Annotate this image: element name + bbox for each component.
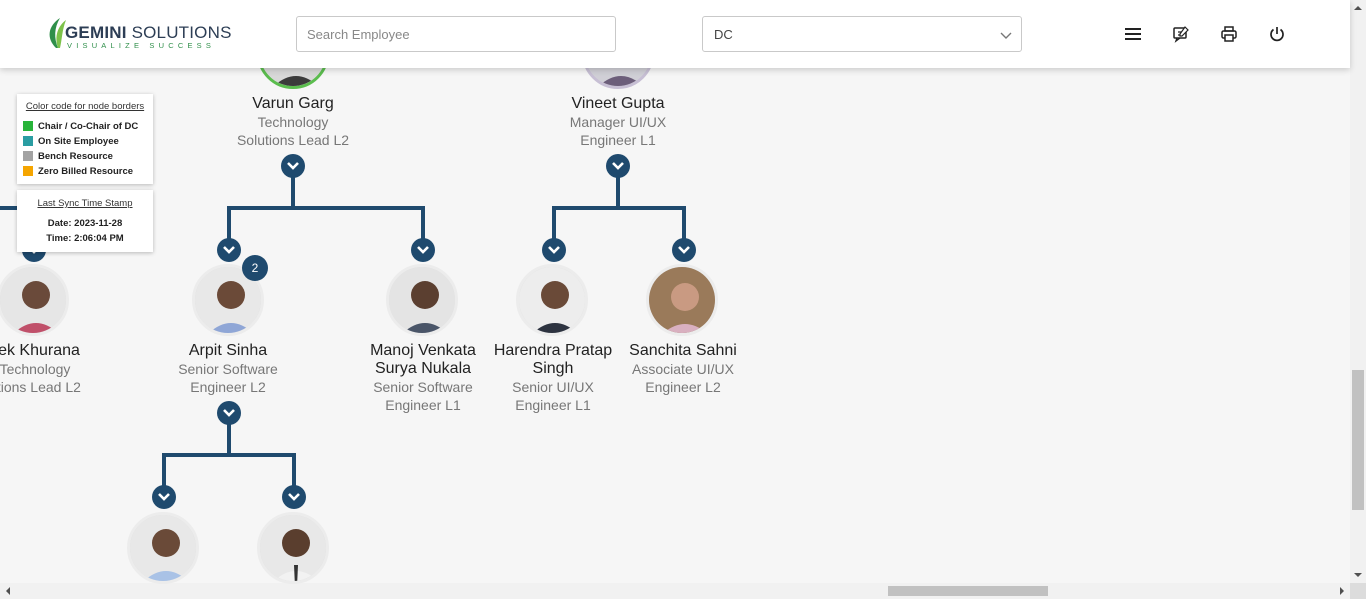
chevron-down-icon: [158, 493, 170, 501]
legend-swatch: [23, 166, 33, 176]
node-name-arpit-sinha: Arpit Sinha: [188, 342, 268, 359]
legend-swatch: [23, 151, 33, 161]
legend-item-zero-billed: Zero Billed Resource: [23, 165, 133, 177]
sync-panel: Last Sync Time Stamp Date: 2023-11-28 Ti…: [17, 190, 153, 252]
feedback-button[interactable]: [1171, 24, 1191, 44]
expand-toggle-manoj[interactable]: [411, 238, 435, 262]
node-name-harendra-line2: Singh: [532, 360, 574, 377]
legend-item-onsite: On Site Employee: [23, 135, 119, 147]
department-select[interactable]: DC: [702, 16, 1022, 52]
logout-button[interactable]: [1267, 24, 1287, 44]
logo-brand-bold: GEMINI: [65, 23, 127, 42]
scroll-down-arrow-icon[interactable]: [1350, 567, 1366, 583]
scroll-up-arrow-icon[interactable]: [1350, 0, 1366, 16]
chevron-down-icon: [678, 246, 690, 254]
node-name-vivek-khurana: vek Khurana: [0, 342, 80, 359]
chevron-down-icon: [417, 246, 429, 254]
expand-toggle-vineet[interactable]: [606, 154, 630, 178]
expand-toggle-child-2[interactable]: [282, 485, 306, 509]
node-title-harendra-line1: Senior UI/UX: [512, 379, 594, 395]
node-title-varun-line1: Technology: [257, 114, 329, 130]
avatar-child-1[interactable]: [127, 512, 199, 584]
node-title-manoj-line2: Engineer L1: [385, 397, 461, 413]
legend-item-bench: Bench Resource: [23, 150, 113, 162]
legend-label: Chair / Co-Chair of DC: [38, 120, 139, 132]
legend-swatch: [23, 121, 33, 131]
menu-button[interactable]: [1123, 24, 1143, 44]
node-title-sanchita-line2: Engineer L2: [645, 379, 721, 395]
node-title-arpit-line2: Engineer L2: [190, 379, 266, 395]
scrollbar-corner: [1350, 583, 1366, 599]
company-logo[interactable]: GEMINI SOLUTIONS VISUALIZE SUCCESS: [46, 16, 231, 52]
chevron-down-icon: [223, 409, 235, 417]
node-title-manoj-line1: Senior Software: [373, 379, 473, 395]
scroll-right-arrow-icon[interactable]: [1334, 583, 1350, 599]
node-name-manoj-line2: Surya Nukala: [374, 360, 472, 377]
legend-swatch: [23, 136, 33, 146]
search-employee-input[interactable]: [296, 16, 616, 52]
node-title-harendra-line2: Engineer L1: [515, 397, 591, 413]
chevron-down-icon: [1000, 32, 1012, 39]
org-chart: Varun Garg Technology Solutions Lead L2 …: [0, 0, 1350, 584]
power-icon: [1270, 27, 1284, 42]
chevron-down-icon: [223, 246, 235, 254]
feedback-icon: [1173, 26, 1189, 43]
node-title-arpit-line1: Senior Software: [178, 361, 278, 377]
legend-label: Bench Resource: [38, 150, 113, 162]
node-title-vineet-line1: Manager UI/UX: [569, 114, 667, 130]
vertical-scroll-thumb[interactable]: [1352, 370, 1364, 510]
node-title-vivek-line1: Technology: [0, 361, 71, 377]
avatar-sanchita-sahni[interactable]: [646, 264, 718, 336]
scroll-left-arrow-icon[interactable]: [0, 583, 16, 599]
vertical-scrollbar[interactable]: [1350, 0, 1366, 583]
chevron-down-icon: [548, 246, 560, 254]
avatar-vivek-khurana[interactable]: [0, 264, 69, 336]
expand-toggle-harendra[interactable]: [542, 238, 566, 262]
print-icon: [1221, 26, 1237, 42]
legend-label: On Site Employee: [38, 135, 119, 147]
node-name-manoj-line1: Manoj Venkata: [370, 342, 476, 359]
expand-toggle-arpit[interactable]: [217, 238, 241, 262]
department-select-value: DC: [714, 27, 733, 42]
chevron-down-icon: [612, 162, 624, 170]
node-name-harendra-line1: Harendra Pratap: [493, 342, 613, 359]
node-name-vineet-gupta: Vineet Gupta: [571, 95, 665, 112]
sync-time: Time: 2:06:04 PM: [46, 233, 124, 244]
logo-brand: GEMINI SOLUTIONS: [65, 23, 232, 43]
menu-icon: [1125, 28, 1141, 40]
chevron-down-icon: [287, 162, 299, 170]
node-title-vineet-line2: Engineer L1: [580, 132, 656, 148]
horizontal-scroll-thumb[interactable]: [888, 586, 1048, 596]
horizontal-scrollbar[interactable]: [0, 583, 1350, 599]
expand-toggle-varun[interactable]: [281, 154, 305, 178]
sync-title: Last Sync Time Stamp: [37, 198, 133, 209]
legend-title: Color code for node borders: [25, 101, 145, 112]
node-title-sanchita-line1: Associate UI/UX: [632, 361, 734, 377]
node-name-varun-garg: Varun Garg: [252, 95, 334, 112]
node-title-varun-line2: Solutions Lead L2: [236, 132, 350, 148]
avatar-manoj-nukala[interactable]: [386, 264, 458, 336]
node-name-sanchita-sahni: Sanchita Sahni: [629, 342, 737, 359]
print-button[interactable]: [1219, 24, 1239, 44]
avatar-child-2[interactable]: [257, 512, 329, 584]
app-header: GEMINI SOLUTIONS VISUALIZE SUCCESS DC: [0, 0, 1350, 68]
legend-label: Zero Billed Resource: [38, 165, 134, 177]
chevron-down-icon: [288, 493, 300, 501]
expand-toggle-sanchita[interactable]: [672, 238, 696, 262]
logo-brand-rest: SOLUTIONS: [126, 23, 232, 42]
legend-item-chair: Chair / Co-Chair of DC: [23, 120, 138, 132]
expand-toggle-arpit-children[interactable]: [217, 401, 241, 425]
sync-date: Date: 2023-11-28: [47, 218, 123, 229]
legend-panel: Color code for node borders Chair / Co-C…: [17, 94, 153, 184]
direct-reports-badge: 2: [242, 255, 268, 281]
logo-tagline: VISUALIZE SUCCESS: [67, 41, 216, 50]
node-title-vivek-line2: utions Lead L2: [0, 379, 81, 395]
expand-toggle-child-1[interactable]: [152, 485, 176, 509]
avatar-harendra-singh[interactable]: [516, 264, 588, 336]
